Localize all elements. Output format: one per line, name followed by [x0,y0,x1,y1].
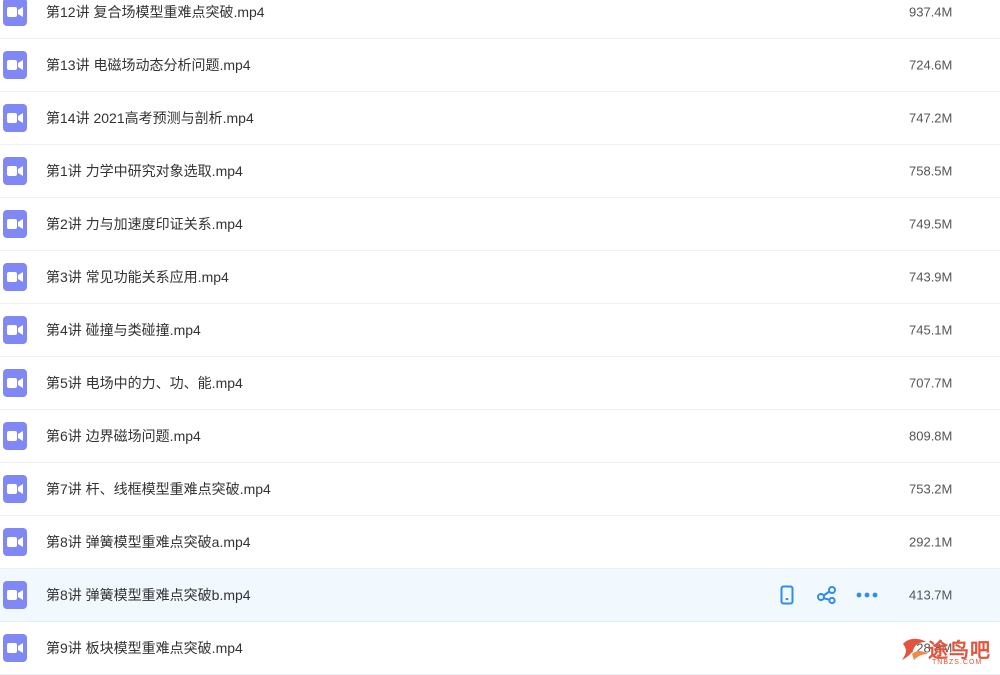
file-name[interactable]: 第9讲 板块模型重难点突破.mp4 [46,638,243,658]
file-name[interactable]: 第8讲 弹簧模型重难点突破a.mp4 [46,532,251,552]
file-row[interactable]: 第6讲 边界磁场问题.mp4 809.8M [0,410,1000,463]
file-name[interactable]: 第1讲 力学中研究对象选取.mp4 [46,161,243,181]
file-size: 749.5M [909,216,953,232]
video-file-icon [3,316,27,344]
video-file-icon [3,475,27,503]
file-row[interactable]: 第8讲 弹簧模型重难点突破a.mp4 292.1M [0,516,1000,569]
file-size: 758.5M [909,163,953,179]
file-name[interactable]: 第5讲 电场中的力、功、能.mp4 [46,373,243,393]
file-size: 292.1M [909,534,953,550]
file-row[interactable]: 第7讲 杆、线框模型重难点突破.mp4 753.2M [0,463,1000,516]
file-name[interactable]: 第3讲 常见功能关系应用.mp4 [46,267,229,287]
file-size: 745.1M [909,322,953,338]
file-row-hovered[interactable]: 第8讲 弹簧模型重难点突破b.mp4 413.7M [0,569,1000,622]
file-name[interactable]: 第2讲 力与加速度印证关系.mp4 [46,214,243,234]
file-name[interactable]: 第7讲 杆、线框模型重难点突破.mp4 [46,479,271,499]
video-file-icon [3,634,27,662]
video-file-icon [3,157,27,185]
file-name[interactable]: 第8讲 弹簧模型重难点突破b.mp4 [46,585,251,605]
row-actions [776,584,878,606]
video-file-icon [3,369,27,397]
file-row[interactable]: 第12讲 复合场模型重难点突破.mp4 937.4M [0,0,1000,39]
share-icon[interactable] [816,584,838,606]
bird-logo-icon [902,638,928,660]
video-file-icon [3,104,27,132]
file-row[interactable]: 第14讲 2021高考预测与剖析.mp4 747.2M [0,92,1000,145]
video-file-icon [3,210,27,238]
file-size: 747.2M [909,110,953,126]
watermark-logo: 途鸟吧 TNBZS.COM [898,628,998,670]
file-size: 724.6M [909,57,953,73]
video-file-icon [3,51,27,79]
file-size: 753.2M [909,481,953,497]
file-row[interactable]: 第3讲 常见功能关系应用.mp4 743.9M [0,251,1000,304]
file-row[interactable]: 第9讲 板块模型重难点突破.mp4 728.8M [0,622,1000,675]
file-row[interactable]: 第4讲 碰撞与类碰撞.mp4 745.1M [0,304,1000,357]
more-icon[interactable] [856,584,878,606]
file-row[interactable]: 第1讲 力学中研究对象选取.mp4 758.5M [0,145,1000,198]
video-file-icon [3,528,27,556]
file-size: 937.4M [909,4,953,20]
video-file-icon [3,581,27,609]
file-row[interactable]: 第13讲 电磁场动态分析问题.mp4 724.6M [0,39,1000,92]
file-name[interactable]: 第14讲 2021高考预测与剖析.mp4 [46,108,254,128]
file-size: 413.7M [909,587,953,603]
video-file-icon [3,263,27,291]
phone-icon[interactable] [776,584,798,606]
file-list: 第12讲 复合场模型重难点突破.mp4 937.4M 第13讲 电磁场动态分析问… [0,0,1000,675]
video-file-icon [3,422,27,450]
file-size: 707.7M [909,375,953,391]
file-name[interactable]: 第13讲 电磁场动态分析问题.mp4 [46,55,251,75]
watermark-subtext: TNBZS.COM [932,659,983,666]
video-file-icon [3,0,27,26]
file-name[interactable]: 第6讲 边界磁场问题.mp4 [46,426,201,446]
file-size: 809.8M [909,428,953,444]
file-name[interactable]: 第4讲 碰撞与类碰撞.mp4 [46,320,201,340]
file-size: 743.9M [909,269,953,285]
file-name[interactable]: 第12讲 复合场模型重难点突破.mp4 [46,2,265,22]
file-row[interactable]: 第2讲 力与加速度印证关系.mp4 749.5M [0,198,1000,251]
file-row[interactable]: 第5讲 电场中的力、功、能.mp4 707.7M [0,357,1000,410]
